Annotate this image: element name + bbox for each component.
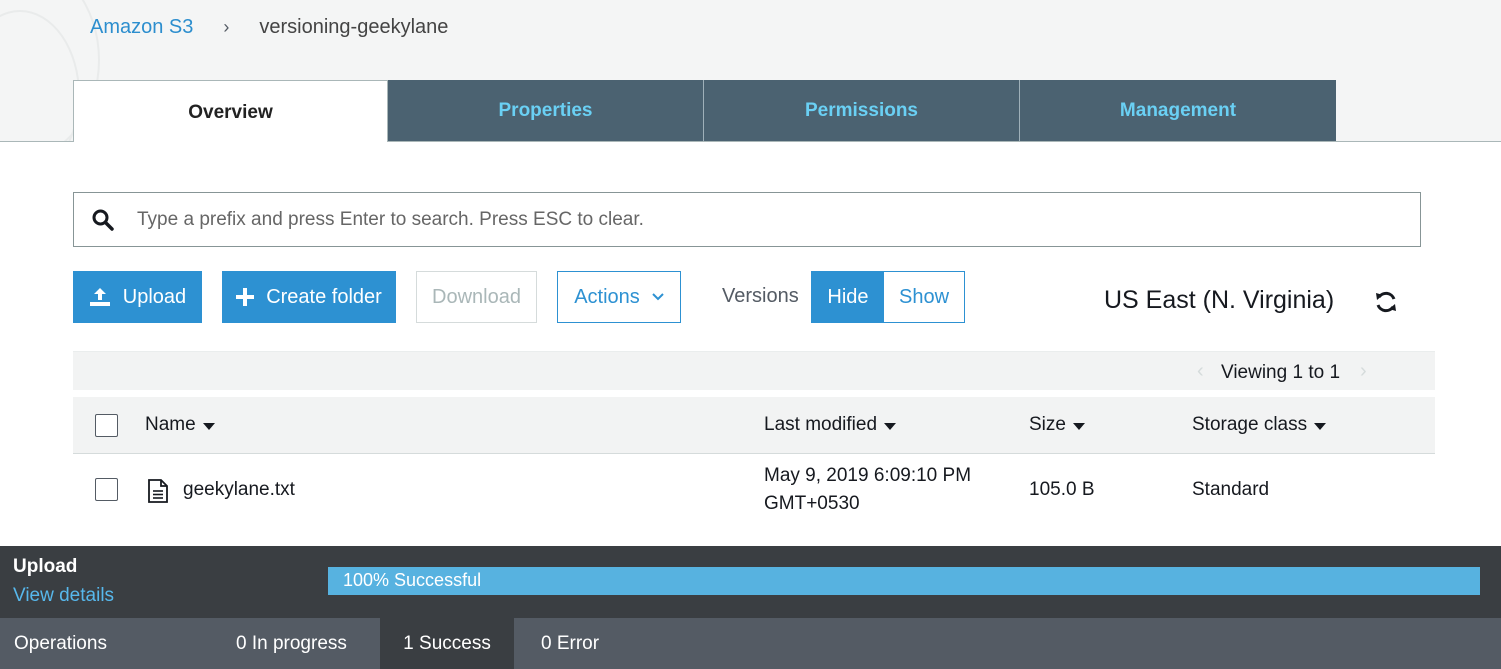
table-header: Name Last modified Size Storage class [73, 397, 1435, 454]
pagination-bar: ‹ Viewing 1 to 1 › [73, 351, 1435, 390]
sort-caret-icon [202, 422, 215, 430]
column-header-label: Storage class [1192, 414, 1308, 435]
last-modified-date: May 9, 2019 6:09:10 PM [764, 465, 972, 486]
column-header-label: Name [145, 414, 196, 435]
column-header-name[interactable]: Name [145, 414, 215, 436]
versions-show-button[interactable]: Show [884, 272, 964, 322]
operations-bar: Operations 0 In progress 1 Success 0 Err… [0, 618, 1501, 669]
breadcrumb-current: versioning-geekylane [259, 16, 449, 38]
pager-text: Viewing 1 to 1 [1221, 362, 1341, 383]
active-tab-gap [74, 141, 387, 142]
select-all-checkbox[interactable] [95, 414, 118, 437]
table-row: geekylane.txt May 9, 2019 6:09:10 PM GMT… [73, 455, 1435, 545]
versions-toggle: Hide Show [811, 271, 965, 323]
chevron-down-icon [652, 293, 664, 301]
upload-icon [89, 287, 111, 307]
column-header-label: Size [1029, 414, 1066, 435]
upload-label: Upload [122, 285, 187, 308]
tab-management[interactable]: Management [1020, 80, 1336, 141]
sort-caret-icon [1314, 422, 1327, 430]
sort-caret-icon [1072, 422, 1085, 430]
breadcrumb-separator: › [223, 17, 230, 37]
search-input[interactable] [137, 208, 1420, 231]
view-details-link[interactable]: View details [13, 585, 114, 607]
tab-overview[interactable]: Overview [73, 80, 388, 142]
column-header-label: Last modified [764, 414, 878, 435]
upload-button[interactable]: Upload [73, 271, 202, 323]
create-folder-label: Create folder [266, 285, 382, 308]
download-button[interactable]: Download [416, 271, 537, 323]
file-name-link[interactable]: geekylane.txt [183, 479, 295, 501]
tab-properties[interactable]: Properties [388, 80, 704, 141]
versions-hide-button[interactable]: Hide [812, 272, 884, 322]
column-header-size[interactable]: Size [1029, 414, 1085, 436]
actions-label: Actions [574, 285, 640, 308]
file-icon [148, 479, 168, 503]
breadcrumb-root-link[interactable]: Amazon S3 [90, 16, 193, 39]
tab-permissions[interactable]: Permissions [704, 80, 1020, 141]
search-bar [73, 192, 1421, 247]
search-icon [91, 208, 115, 232]
upload-progress-bar: 100% Successful [328, 567, 1480, 595]
create-folder-button[interactable]: Create folder [222, 271, 396, 323]
breadcrumb: Amazon S3 › versioning-geekylane [90, 16, 448, 39]
upload-panel-title: Upload [13, 556, 78, 577]
versions-label: Versions [722, 285, 799, 307]
region-label: US East (N. Virginia) [1104, 286, 1335, 314]
ops-success-tab[interactable]: 1 Success [380, 618, 514, 669]
ops-in-progress-tab[interactable]: 0 In progress [236, 618, 347, 669]
sort-caret-icon [884, 422, 897, 430]
ops-error-tab[interactable]: 0 Error [541, 618, 599, 669]
progress-text: 100% Successful [343, 570, 482, 590]
progress-fill [328, 567, 1480, 595]
column-header-storage-class[interactable]: Storage class [1192, 414, 1327, 436]
row-checkbox[interactable] [95, 478, 118, 501]
file-size: 105.0 B [1029, 479, 1095, 500]
storage-class: Standard [1192, 479, 1270, 500]
pager-prev-icon[interactable]: ‹ [1197, 360, 1204, 383]
plus-icon [236, 288, 255, 306]
last-modified-timezone: GMT+0530 [764, 493, 860, 514]
pager-next-icon[interactable]: › [1360, 360, 1367, 383]
refresh-icon[interactable] [1374, 290, 1398, 314]
actions-dropdown[interactable]: Actions [557, 271, 681, 323]
tab-bar: Overview Properties Permissions Manageme… [73, 80, 1336, 142]
upload-status-panel: Upload View details 100% Successful [0, 546, 1501, 618]
operations-label: Operations [14, 632, 107, 654]
column-header-last-modified[interactable]: Last modified [764, 414, 897, 436]
